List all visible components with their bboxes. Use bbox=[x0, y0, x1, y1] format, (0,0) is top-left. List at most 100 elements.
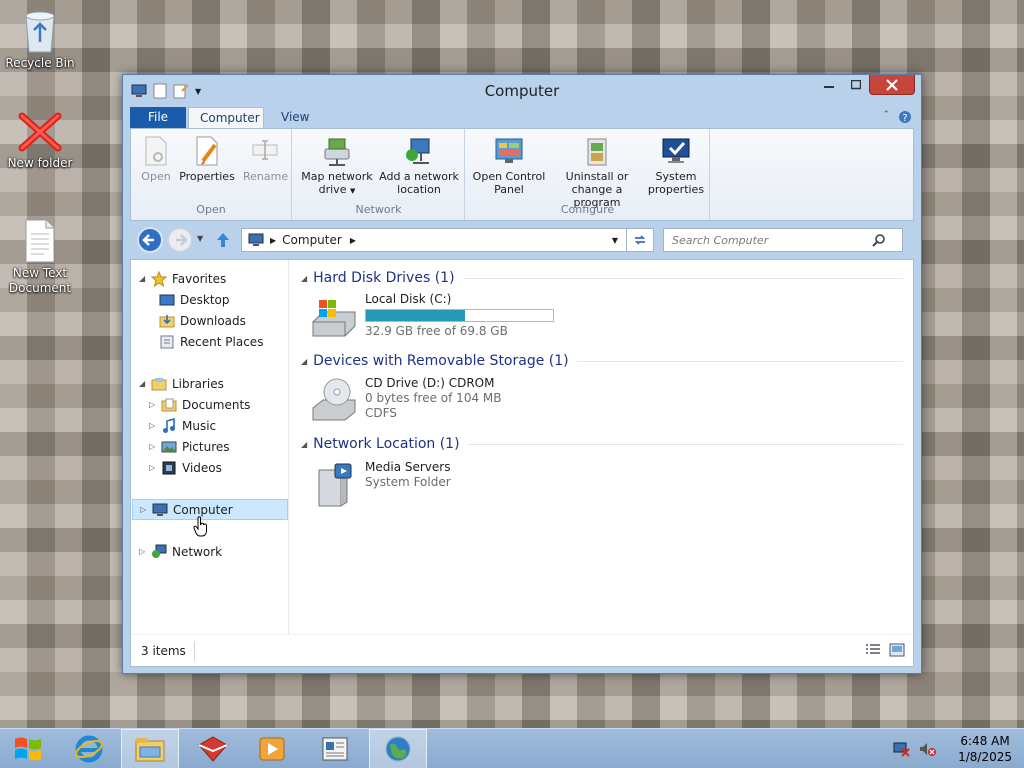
music-icon bbox=[163, 417, 175, 433]
nav-item-music[interactable]: ▷ Music bbox=[149, 415, 216, 436]
drive-item-cd-drive[interactable]: CD Drive (D:) CDROM 0 bytes free of 104 … bbox=[309, 376, 501, 426]
maximize-button[interactable] bbox=[842, 75, 869, 95]
tab-computer[interactable]: Computer bbox=[188, 107, 264, 129]
address-dropdown-icon[interactable]: ▼ bbox=[612, 236, 618, 245]
start-button[interactable] bbox=[0, 729, 56, 768]
desktop-icon-new-folder[interactable]: New folder bbox=[4, 110, 76, 171]
ribbon: Open Properties Rename Open Map network … bbox=[130, 128, 914, 221]
taskbar-clock[interactable]: 6:48 AM 1/8/2025 bbox=[958, 733, 1012, 765]
content-area: ◢ Favorites Desktop Downloads Recent Pla… bbox=[130, 259, 914, 667]
desktop-icon-label: New Text Document bbox=[8, 266, 72, 295]
help-icon[interactable]: ? bbox=[898, 110, 912, 124]
ribbon-group-open: Open Properties Rename Open bbox=[131, 129, 292, 220]
close-button[interactable] bbox=[869, 75, 915, 95]
collapse-arrow-icon[interactable]: ◢ bbox=[301, 357, 307, 366]
expand-arrow-icon[interactable]: ▷ bbox=[149, 442, 159, 451]
group-header-removable-storage[interactable]: ◢ Devices with Removable Storage (1) bbox=[301, 351, 903, 371]
ribbon-group-label: Configure bbox=[560, 203, 615, 216]
address-bar[interactable]: ▶ Computer ▶ ▼ bbox=[241, 228, 653, 252]
expand-arrow-icon[interactable]: ▷ bbox=[140, 505, 150, 514]
volume-muted-icon[interactable] bbox=[918, 741, 936, 757]
drive-usage-bar bbox=[365, 309, 554, 322]
recent-locations-dropdown-icon[interactable]: ▼ bbox=[197, 234, 203, 243]
nav-item-downloads[interactable]: Downloads bbox=[159, 310, 246, 331]
nav-item-desktop[interactable]: Desktop bbox=[159, 289, 230, 310]
expand-arrow-icon[interactable]: ▷ bbox=[149, 421, 159, 430]
nav-item-computer[interactable]: ▷ Computer bbox=[132, 499, 288, 520]
drive-usage-fill bbox=[366, 310, 466, 321]
properties-icon bbox=[196, 136, 218, 166]
breadcrumb-computer[interactable]: Computer bbox=[282, 233, 342, 247]
breadcrumb-separator-icon[interactable]: ▶ bbox=[350, 236, 356, 245]
breadcrumb-separator-icon[interactable]: ▶ bbox=[270, 236, 276, 245]
expand-arrow-icon[interactable]: ▷ bbox=[149, 463, 159, 472]
expand-arrow-icon[interactable]: ▷ bbox=[149, 400, 159, 409]
pictures-icon bbox=[161, 441, 177, 452]
title-bar[interactable]: ▼ Computer bbox=[123, 75, 921, 105]
back-arrow-icon bbox=[142, 234, 154, 246]
back-button[interactable] bbox=[137, 227, 163, 253]
collapse-arrow-icon[interactable]: ◢ bbox=[139, 274, 149, 283]
large-icons-view-icon[interactable] bbox=[889, 643, 905, 657]
ribbon-collapse-icon[interactable]: ⌃ bbox=[882, 110, 890, 124]
drive-item-local-disk[interactable]: Local Disk (C:) 32.9 GB free of 69.8 GB bbox=[309, 292, 554, 342]
recycle-bin-icon bbox=[25, 11, 55, 53]
uninstall-program-button[interactable]: Uninstall or change a program bbox=[550, 135, 644, 209]
collapse-arrow-icon[interactable]: ◢ bbox=[301, 440, 307, 449]
drive-filesystem: CDFS bbox=[365, 406, 397, 420]
forward-arrow-icon bbox=[176, 234, 188, 246]
search-box[interactable] bbox=[663, 228, 903, 252]
navigation-pane: ◢ Favorites Desktop Downloads Recent Pla… bbox=[131, 260, 289, 634]
nav-item-network[interactable]: ▷ Network bbox=[139, 541, 222, 562]
tab-view[interactable]: View bbox=[270, 107, 320, 129]
properties-button[interactable]: Properties bbox=[179, 135, 235, 183]
drive-free-space: 32.9 GB free of 69.8 GB bbox=[365, 324, 508, 338]
open-control-panel-button[interactable]: Open Control Panel bbox=[472, 135, 546, 196]
search-icon[interactable] bbox=[872, 233, 886, 247]
system-properties-button[interactable]: System properties bbox=[646, 135, 706, 196]
group-header-hard-disk-drives[interactable]: ◢ Hard Disk Drives (1) bbox=[301, 268, 903, 288]
nav-item-recent-places[interactable]: Recent Places bbox=[159, 331, 263, 352]
open-button[interactable]: Open bbox=[137, 135, 175, 183]
minimize-button[interactable] bbox=[815, 75, 842, 95]
taskbar-network-app[interactable] bbox=[369, 729, 427, 768]
windows-logo-icon bbox=[15, 737, 41, 761]
nav-item-videos[interactable]: ▷ Videos bbox=[149, 457, 222, 478]
nav-item-libraries[interactable]: ◢ Libraries bbox=[139, 373, 224, 394]
collapse-arrow-icon[interactable]: ◢ bbox=[301, 274, 307, 283]
expand-arrow-icon[interactable]: ▷ bbox=[139, 547, 149, 556]
desktop-icon-new-text-document[interactable]: New Text Document bbox=[4, 218, 76, 296]
taskbar-document-viewer[interactable] bbox=[306, 729, 364, 768]
tab-file[interactable]: File bbox=[130, 107, 186, 129]
item-type: System Folder bbox=[365, 475, 451, 489]
group-header-network-location[interactable]: ◢ Network Location (1) bbox=[301, 434, 903, 454]
search-input[interactable] bbox=[672, 233, 872, 247]
add-network-location-button[interactable]: Add a network location bbox=[379, 135, 459, 196]
map-network-drive-button[interactable]: Map network drive ▼ bbox=[301, 135, 373, 198]
desktop-icon bbox=[159, 294, 175, 305]
close-icon bbox=[886, 78, 898, 91]
forward-button[interactable] bbox=[167, 227, 193, 253]
hard-disk-icon bbox=[312, 300, 356, 337]
taskbar-file-explorer[interactable] bbox=[121, 729, 179, 768]
maximize-icon bbox=[850, 80, 861, 90]
ribbon-group-network: Map network drive ▼ Add a network locati… bbox=[293, 129, 465, 220]
taskbar-media-player[interactable] bbox=[243, 729, 301, 768]
details-view-icon[interactable] bbox=[865, 643, 881, 657]
network-item-media-servers[interactable]: Media Servers System Folder bbox=[309, 460, 451, 510]
rename-button[interactable]: Rename bbox=[243, 135, 288, 183]
taskbar-internet-explorer[interactable] bbox=[60, 729, 118, 768]
taskbar-app-red[interactable] bbox=[184, 729, 242, 768]
nav-item-pictures[interactable]: ▷ Pictures bbox=[149, 436, 230, 457]
nav-item-favorites[interactable]: ◢ Favorites bbox=[139, 268, 226, 289]
network-status-icon[interactable] bbox=[892, 741, 910, 757]
collapse-arrow-icon[interactable]: ◢ bbox=[139, 379, 149, 388]
cd-drive-icon bbox=[312, 378, 356, 421]
computer-icon bbox=[152, 503, 168, 516]
ribbon-group-configure: Open Control Panel Uninstall or change a… bbox=[466, 129, 710, 220]
system-properties-icon bbox=[662, 138, 690, 163]
desktop-icon-recycle-bin[interactable]: Recycle Bin bbox=[4, 6, 76, 71]
refresh-button[interactable] bbox=[626, 228, 654, 252]
up-arrow-icon[interactable] bbox=[215, 231, 231, 249]
nav-item-documents[interactable]: ▷ Documents bbox=[149, 394, 250, 415]
